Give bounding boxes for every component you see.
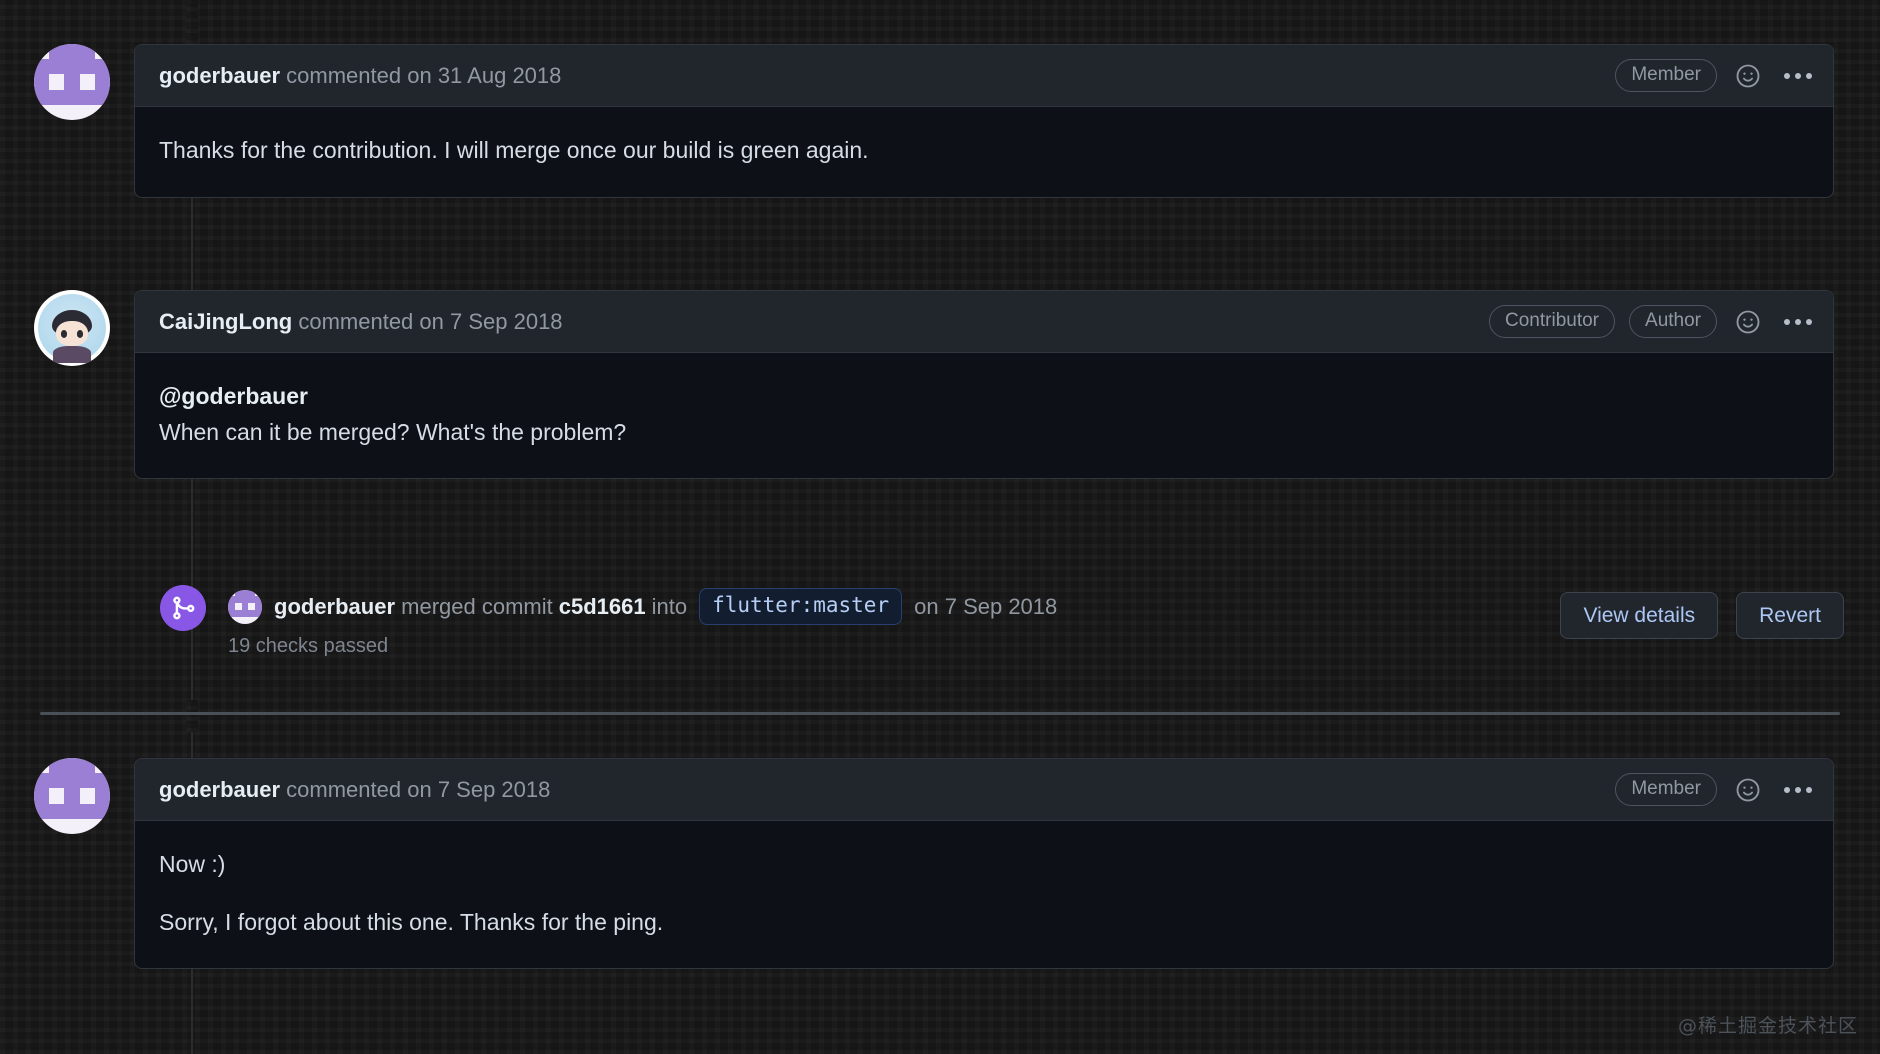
merge-event-line: goderbauer merged commit c5d1661 into fl…	[228, 588, 1057, 625]
comment-header-text: goderbauer commented on 7 Sep 2018	[159, 777, 550, 803]
timeline-merge-event: goderbauer merged commit c5d1661 into fl…	[160, 585, 1057, 658]
merge-timestamp-prefix: on	[914, 593, 939, 619]
merge-verb: merged commit	[401, 593, 553, 619]
comment-paragraph: Sorry, I forgot about this one. Thanks f…	[159, 908, 664, 935]
commit-sha[interactable]: c5d1661	[559, 594, 646, 620]
smiley-icon[interactable]	[1731, 59, 1765, 93]
comment-body: Thanks for the contribution. I will merg…	[135, 107, 1833, 197]
smiley-icon[interactable]	[1731, 305, 1765, 339]
comment-header-actions: Member	[1615, 773, 1817, 807]
smiley-icon[interactable]	[1731, 773, 1765, 807]
comment-header: goderbauer commented on 31 Aug 2018 Memb…	[135, 45, 1833, 107]
comment-header: goderbauer commented on 7 Sep 2018 Membe…	[135, 759, 1833, 821]
comment-header-text: CaiJingLong commented on 7 Sep 2018	[159, 309, 563, 335]
comment-author[interactable]: goderbauer	[159, 63, 280, 88]
identicon-avatar-goderbauer[interactable]	[34, 44, 110, 120]
section-divider	[40, 712, 1840, 715]
comment-box: goderbauer commented on 31 Aug 2018 Memb…	[134, 44, 1834, 198]
merge-actor[interactable]: goderbauer	[274, 594, 395, 620]
comment-box: goderbauer commented on 7 Sep 2018 Membe…	[134, 758, 1834, 970]
comment-timestamp[interactable]: 7 Sep 2018	[438, 777, 551, 802]
comment-mention: @goderbauer	[159, 379, 1809, 415]
revert-button[interactable]: Revert	[1736, 592, 1844, 639]
merge-timestamp[interactable]: 7 Sep 2018	[945, 594, 1058, 620]
comment-author[interactable]: goderbauer	[159, 777, 280, 802]
comment-timestamp[interactable]: 7 Sep 2018	[450, 309, 563, 334]
identicon-avatar-goderbauer[interactable]	[228, 589, 262, 624]
kebab-menu-icon[interactable]	[1779, 307, 1817, 337]
status-badge-member: Member	[1615, 59, 1717, 92]
merge-preposition: into	[651, 593, 688, 619]
comment-action: commented on	[286, 776, 432, 802]
timeline-rail-mask-top	[186, 0, 198, 44]
checks-status[interactable]: 19 checks passed	[228, 635, 1057, 658]
comment-box: CaiJingLong commented on 7 Sep 2018 Cont…	[134, 290, 1834, 480]
comment-body: Now :) Sorry, I forgot about this one. T…	[135, 821, 1833, 968]
view-details-button[interactable]: View details	[1560, 592, 1719, 639]
comment-action: commented on	[298, 308, 444, 334]
comment-timestamp[interactable]: 31 Aug 2018	[438, 63, 562, 88]
identicon-pattern	[228, 589, 262, 624]
comment-header: CaiJingLong commented on 7 Sep 2018 Cont…	[135, 291, 1833, 353]
status-badge-member: Member	[1615, 773, 1717, 806]
kebab-menu-icon[interactable]	[1779, 61, 1817, 91]
comment-header-text: goderbauer commented on 31 Aug 2018	[159, 63, 561, 89]
branch-chip[interactable]: flutter:master	[699, 588, 903, 625]
merge-event-actions: View details Revert	[1560, 592, 1844, 639]
timeline-rail-mask-divider	[186, 700, 198, 732]
identicon-pattern	[34, 758, 110, 834]
merge-event-content: goderbauer merged commit c5d1661 into fl…	[228, 585, 1057, 658]
timeline-comment-1: goderbauer commented on 31 Aug 2018 Memb…	[34, 44, 1844, 198]
comment-action: commented on	[286, 62, 432, 88]
watermark: @稀土掘金技术社区	[1677, 1015, 1858, 1037]
kebab-menu-icon[interactable]	[1779, 775, 1817, 805]
comment-header-actions: Member	[1615, 59, 1817, 93]
avatar-illustration	[34, 290, 110, 366]
comment-body: @goderbauer When can it be merged? What'…	[135, 353, 1833, 478]
identicon-avatar-goderbauer[interactable]	[34, 758, 110, 834]
mention-link[interactable]: @goderbauer	[159, 383, 308, 409]
git-merge-icon	[160, 585, 206, 631]
timeline-comment-3: goderbauer commented on 7 Sep 2018 Membe…	[34, 758, 1844, 970]
status-badge-author: Author	[1629, 305, 1717, 338]
comment-header-actions: Contributor Author	[1489, 305, 1817, 339]
status-badge-contributor: Contributor	[1489, 305, 1616, 338]
comment-paragraph: Thanks for the contribution. I will merg…	[159, 137, 869, 163]
pr-conversation-timeline: goderbauer commented on 31 Aug 2018 Memb…	[0, 0, 1880, 1054]
comment-paragraph: Now :)	[159, 851, 226, 877]
comment-author[interactable]: CaiJingLong	[159, 309, 292, 334]
comment-paragraph: When can it be merged? What's the proble…	[159, 418, 627, 445]
identicon-pattern	[34, 44, 110, 120]
photo-avatar-caijinglong[interactable]	[34, 290, 110, 366]
timeline-comment-2: CaiJingLong commented on 7 Sep 2018 Cont…	[34, 290, 1844, 480]
